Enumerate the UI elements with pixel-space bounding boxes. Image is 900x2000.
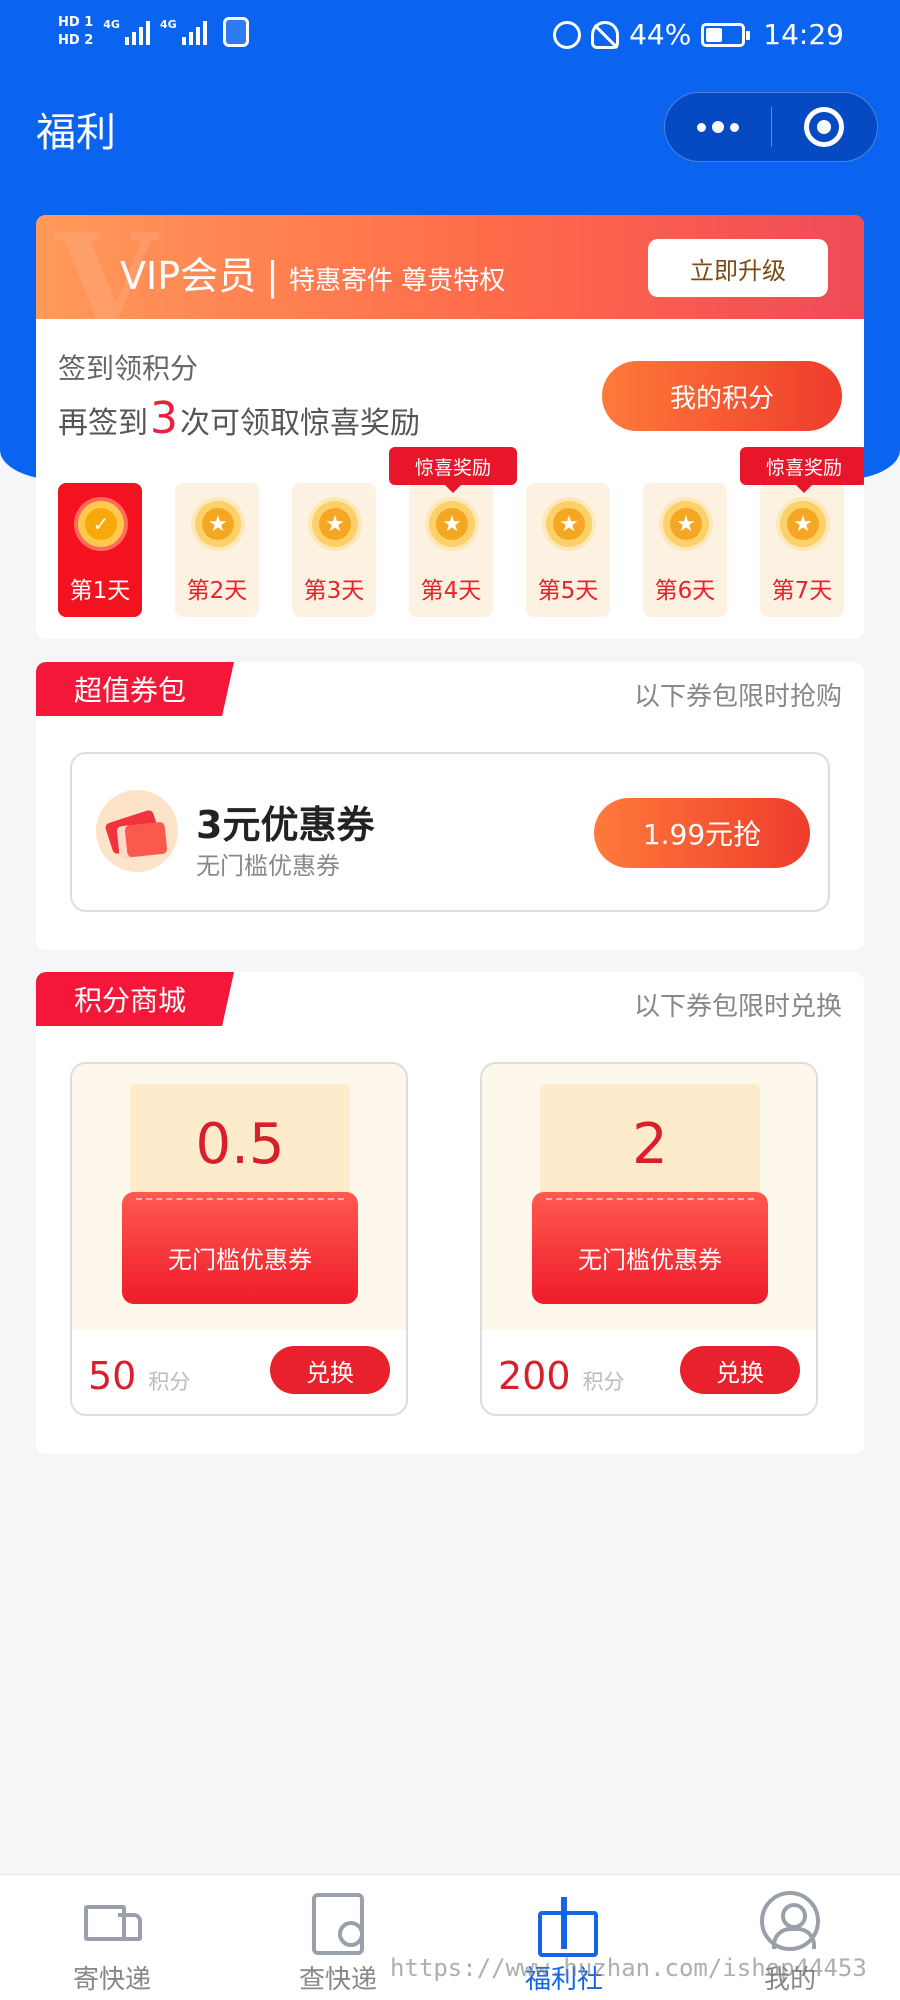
clock: 14:29 <box>763 18 844 51</box>
coupon-title: 3元优惠券 <box>196 803 375 847</box>
star-medal-icon <box>312 501 358 547</box>
checkmark-medal-icon <box>78 501 124 547</box>
surprise-reward-tag: 惊喜奖励 <box>740 447 864 493</box>
vip-banner[interactable]: V VIP会员 | 特惠寄件 尊贵特权 立即升级 <box>36 215 864 358</box>
points-price: 50 积分 <box>88 1354 190 1398</box>
buy-coupon-button[interactable]: 1.99元抢 <box>594 798 810 868</box>
tab-send-express[interactable]: 寄快递 <box>32 1891 192 1995</box>
status-left: HD 1 HD 2 4G 4G <box>58 14 249 50</box>
coupon-pack-section: 超值券包 以下券包限时抢购 3元优惠券 无门槛优惠券 1.99元抢 <box>36 662 864 950</box>
user-icon <box>760 1891 820 1951</box>
star-medal-icon <box>195 501 241 547</box>
star-medal-icon <box>663 501 709 547</box>
day-label: 第6天 <box>654 578 716 604</box>
points-number: 50 <box>88 1354 137 1398</box>
signin-progress-text: 再签到 3 次可领取惊喜奖励 <box>58 393 420 444</box>
points-unit: 积分 <box>582 1370 625 1394</box>
day-label: 第5天 <box>537 578 599 604</box>
app-notification-icon <box>222 17 249 47</box>
signin-remaining-count: 3 <box>150 393 178 444</box>
voucher-value: 2 <box>632 1112 668 1177</box>
signin-sub-suffix: 次可领取惊喜奖励 <box>180 406 420 441</box>
mute-bell-icon <box>591 20 620 49</box>
star-medal-icon <box>429 501 475 547</box>
day-6[interactable]: 第6天 <box>643 483 727 617</box>
points-number: 200 <box>498 1354 571 1398</box>
vip-subtitle: 特惠寄件 尊贵特权 <box>288 266 506 296</box>
section-note: 以下券包限时抢购 <box>633 682 842 712</box>
target-icon <box>804 107 845 147</box>
more-dots-icon <box>696 122 706 132</box>
gift-icon <box>534 1891 598 1957</box>
hd1-label: HD 1 <box>58 15 94 30</box>
day-label: 第2天 <box>186 578 248 604</box>
section-note: 以下券包限时兑换 <box>633 992 842 1022</box>
coupon-desc: 无门槛优惠券 <box>196 852 340 880</box>
day-3[interactable]: 第3天 <box>292 483 376 617</box>
star-medal-icon <box>546 501 592 547</box>
voucher-label: 无门槛优惠券 <box>578 1246 722 1274</box>
day-4[interactable]: 惊喜奖励 第4天 <box>389 447 517 617</box>
signin-card: V VIP会员 | 特惠寄件 尊贵特权 立即升级 签到领积分 再签到 3 次可领… <box>36 215 864 639</box>
page-title: 福利 <box>36 110 116 156</box>
status-right: 44% 14:29 <box>553 18 844 51</box>
tab-label: 寄快递 <box>72 1965 151 1995</box>
miniapp-capsule <box>664 92 878 162</box>
voucher-label: 无门槛优惠券 <box>168 1246 312 1274</box>
network-label-2: 4G <box>159 18 177 31</box>
hd2-label: HD 2 <box>58 33 94 48</box>
upgrade-button[interactable]: 立即升级 <box>648 239 828 297</box>
day-1[interactable]: 第1天 <box>58 483 142 617</box>
day-label: 第1天 <box>69 578 131 604</box>
points-price: 200 积分 <box>498 1354 625 1398</box>
day-7[interactable]: 惊喜奖励 第7天 <box>740 447 864 617</box>
star-medal-icon <box>780 501 826 547</box>
section-tag: 超值券包 <box>36 662 234 716</box>
mall-item[interactable]: 2 无门槛优惠券 200 积分 兑换 <box>480 1062 818 1416</box>
close-miniapp-button[interactable] <box>771 93 877 161</box>
truck-icon <box>82 1891 142 1951</box>
search-document-icon <box>308 1891 368 1955</box>
points-unit: 积分 <box>148 1370 191 1394</box>
points-mall-section: 积分商城 以下券包限时兑换 0.5 无门槛优惠券 50 积分 兑换 2 无门槛优… <box>36 972 864 1454</box>
signal-icon-2: 4G <box>160 19 207 45</box>
day-label: 第3天 <box>303 578 365 604</box>
section-tag: 积分商城 <box>36 972 234 1026</box>
day-2[interactable]: 第2天 <box>175 483 259 617</box>
hd-indicators: HD 1 HD 2 <box>58 14 93 50</box>
day-5[interactable]: 第5天 <box>526 483 610 617</box>
day-label: 第4天 <box>420 578 482 604</box>
surprise-reward-tag: 惊喜奖励 <box>389 447 517 493</box>
my-points-button[interactable]: 我的积分 <box>602 361 842 431</box>
status-bar: HD 1 HD 2 4G 4G 44% 14:29 <box>0 0 900 80</box>
redeem-button[interactable]: 兑换 <box>680 1346 800 1394</box>
coupon-card[interactable]: 3元优惠券 无门槛优惠券 1.99元抢 <box>70 752 830 912</box>
alarm-icon <box>553 20 582 49</box>
vip-title-text: VIP会员 <box>120 254 257 298</box>
signal-icon: 4G <box>103 19 150 45</box>
battery-icon <box>701 22 751 47</box>
day-label: 第7天 <box>771 578 833 604</box>
battery-percent: 44% <box>629 18 692 51</box>
network-label: 4G <box>103 18 120 31</box>
vip-separator: | <box>266 254 279 298</box>
redeem-button[interactable]: 兑换 <box>270 1346 390 1394</box>
watermark-text: https://www.huzhan.com/ishop44453 <box>390 1954 867 1982</box>
more-button[interactable] <box>665 93 771 161</box>
signin-title: 签到领积分 <box>58 352 199 385</box>
vip-title: VIP会员 | 特惠寄件 尊贵特权 <box>120 245 505 300</box>
mall-item[interactable]: 0.5 无门槛优惠券 50 积分 兑换 <box>70 1062 408 1416</box>
ticket-icon <box>96 790 178 872</box>
voucher-value: 0.5 <box>195 1112 285 1177</box>
signin-sub-prefix: 再签到 <box>58 406 148 441</box>
